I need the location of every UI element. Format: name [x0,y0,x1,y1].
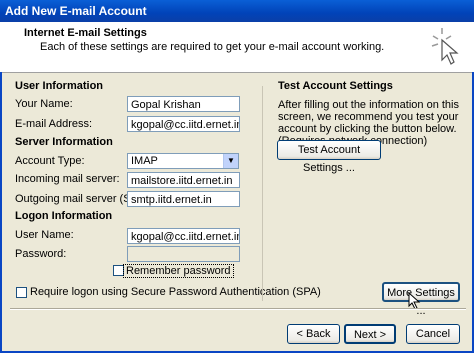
page-title: Internet E-mail Settings [24,27,147,39]
email-address-field[interactable]: kgopal@cc.iitd.ernet.in [127,116,240,132]
spa-label[interactable]: Require logon using Secure Password Auth… [30,286,321,298]
password-field[interactable] [127,246,240,262]
spa-checkbox[interactable] [16,287,27,298]
account-type-select[interactable]: IMAP ▼ [127,153,239,169]
incoming-server-field[interactable]: mailstore.iitd.ernet.in [127,172,240,188]
password-label: Password: [15,248,67,260]
test-settings-heading: Test Account Settings [278,80,393,92]
your-name-field[interactable]: Gopal Krishan [127,96,240,112]
user-name-field[interactable]: kgopal@cc.iitd.ernet.in [127,228,240,244]
page-subtitle: Each of these settings are required to g… [40,41,385,53]
test-account-settings-button[interactable]: Test Account Settings ... [277,140,381,174]
user-info-heading: User Information [15,80,104,92]
logon-info-heading: Logon Information [15,210,113,222]
outgoing-server-field[interactable]: smtp.iitd.ernet.in [127,191,240,207]
server-info-heading: Server Information [15,136,113,148]
user-name-label: User Name: [15,229,74,241]
window-title: Add New E-mail Account [5,4,147,18]
cancel-button[interactable]: Cancel [406,324,460,344]
remember-password-label[interactable]: Remember password [123,264,234,278]
incoming-server-label: Incoming mail server: [15,173,120,185]
your-name-label: Your Name: [15,98,73,110]
click-cursor-icon [431,28,459,65]
back-button[interactable]: < Back [287,324,340,344]
footer-separator [10,308,466,309]
vertical-divider [262,86,263,301]
account-type-label: Account Type: [15,155,85,167]
chevron-down-icon[interactable]: ▼ [223,154,238,168]
title-bar[interactable]: Add New E-mail Account [0,0,474,22]
account-type-value: IMAP [131,155,158,167]
email-address-label: E-mail Address: [15,118,93,130]
next-button[interactable]: Next > [344,324,396,344]
header-panel: Internet E-mail Settings Each of these s… [0,22,474,73]
